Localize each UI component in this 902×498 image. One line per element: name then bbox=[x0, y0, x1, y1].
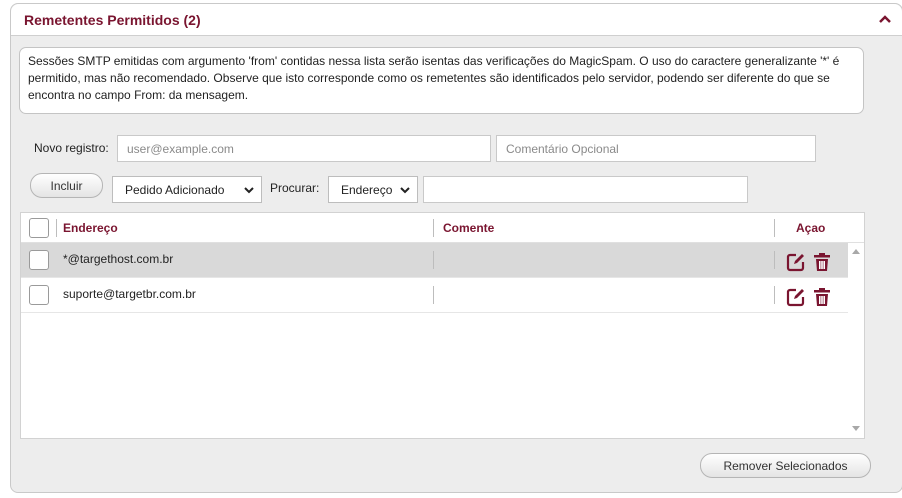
panel-header[interactable]: Remetentes Permitidos (2) bbox=[11, 4, 902, 36]
search-label: Procurar: bbox=[270, 181, 320, 195]
table-scrollbar[interactable] bbox=[848, 243, 864, 438]
table-header: Endereço Comente Açao bbox=[21, 213, 864, 243]
column-divider bbox=[774, 219, 775, 237]
comment-input[interactable] bbox=[496, 135, 816, 162]
column-divider bbox=[774, 286, 775, 304]
search-input[interactable] bbox=[423, 176, 748, 203]
add-button[interactable]: Incluir bbox=[30, 173, 103, 198]
trash-icon[interactable] bbox=[812, 252, 832, 272]
table-row[interactable]: suporte@targetbr.com.br bbox=[21, 278, 849, 313]
senders-table: Endereço Comente Açao *@targethost.com.b… bbox=[20, 212, 865, 439]
info-description: Sessões SMTP emitidas com argumento 'fro… bbox=[19, 47, 864, 114]
column-divider bbox=[433, 251, 434, 269]
new-record-label: Novo registro: bbox=[34, 141, 109, 155]
table-row[interactable]: *@targethost.com.br bbox=[21, 243, 849, 278]
chevron-down-icon bbox=[244, 187, 254, 194]
search-field-value: Endereço bbox=[341, 182, 393, 197]
column-divider bbox=[433, 286, 434, 304]
row-address: *@targethost.com.br bbox=[63, 252, 174, 266]
row-address: suporte@targetbr.com.br bbox=[63, 287, 196, 301]
column-divider bbox=[56, 219, 57, 237]
column-divider bbox=[433, 219, 434, 237]
chevron-up-icon[interactable] bbox=[878, 13, 892, 25]
trash-icon[interactable] bbox=[812, 287, 832, 307]
header-action: Açao bbox=[796, 221, 826, 235]
row-checkbox[interactable] bbox=[29, 250, 49, 270]
column-divider bbox=[774, 251, 775, 269]
select-all-checkbox[interactable] bbox=[29, 218, 49, 238]
header-address[interactable]: Endereço bbox=[63, 221, 118, 235]
chevron-down-icon bbox=[400, 187, 410, 194]
edit-icon[interactable] bbox=[786, 252, 806, 272]
edit-icon[interactable] bbox=[786, 287, 806, 307]
panel-title: Remetentes Permitidos (2) bbox=[24, 12, 201, 28]
search-field-select[interactable]: Endereço bbox=[328, 176, 418, 203]
scroll-down-icon[interactable] bbox=[852, 426, 860, 432]
scroll-up-icon[interactable] bbox=[852, 248, 860, 254]
row-checkbox[interactable] bbox=[29, 285, 49, 305]
remove-selected-button[interactable]: Remover Selecionados bbox=[700, 453, 871, 478]
email-input[interactable] bbox=[117, 135, 491, 162]
sort-order-select[interactable]: Pedido Adicionado bbox=[112, 176, 262, 203]
sort-order-value: Pedido Adicionado bbox=[125, 182, 225, 197]
header-comment[interactable]: Comente bbox=[443, 221, 494, 235]
